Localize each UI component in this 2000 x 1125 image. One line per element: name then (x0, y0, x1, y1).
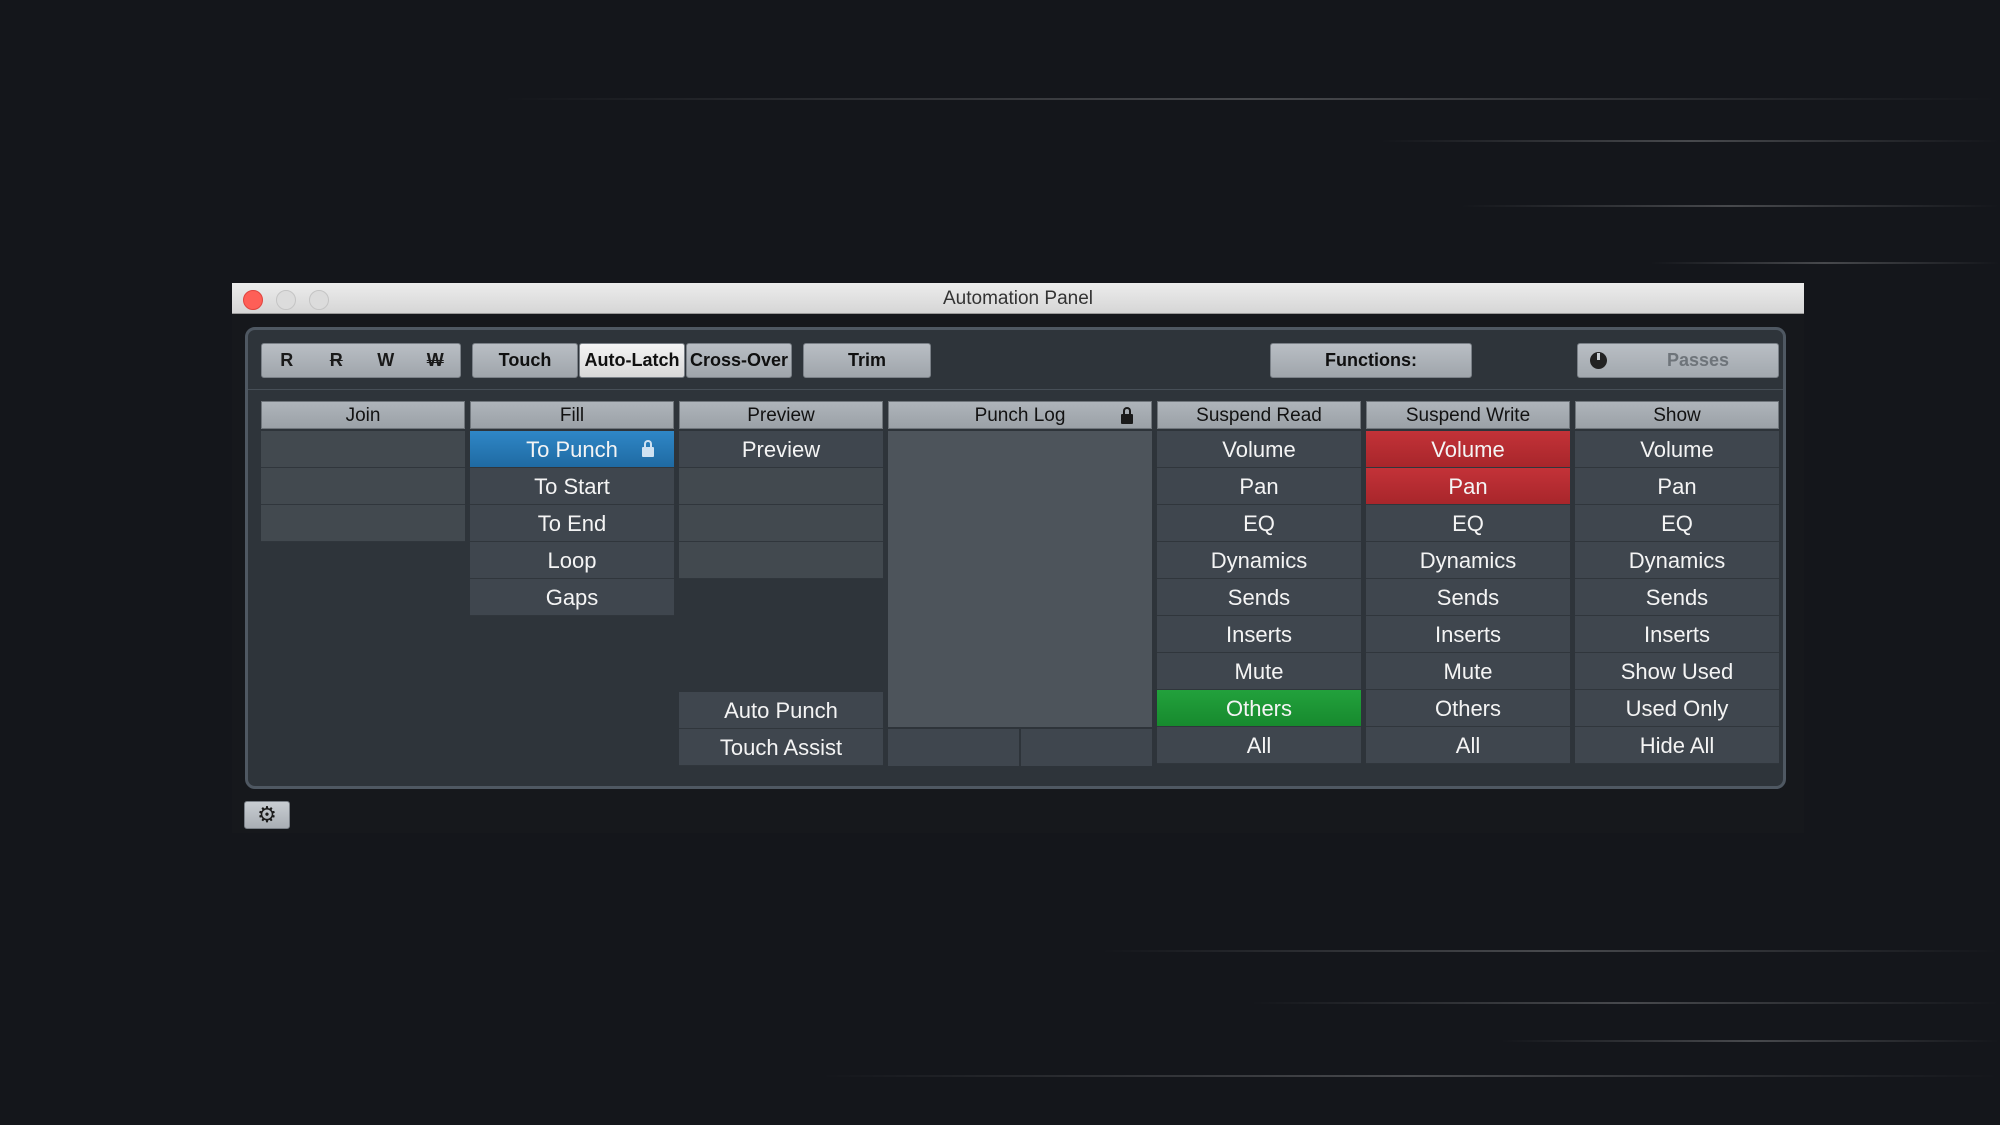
fill-header: Fill (470, 401, 674, 429)
mode-touch-button[interactable]: Touch (472, 343, 578, 378)
show-used-only-button[interactable]: Used Only (1575, 690, 1779, 727)
punch-log-footer-slot[interactable] (1021, 729, 1152, 766)
passes-label: Passes (1666, 350, 1730, 370)
suspend-write-inserts-button[interactable]: Inserts (1366, 616, 1570, 653)
suspend-write-pan-button[interactable]: Pan (1366, 468, 1570, 505)
suspend-write-column: Suspend Write Volume Pan EQ Dynamics Sen… (1366, 401, 1570, 764)
punch-log-title: Punch Log (974, 405, 1066, 426)
auto-punch-button[interactable]: Auto Punch (679, 692, 883, 729)
preview-slot[interactable] (679, 468, 883, 505)
suspend-write-dynamics-button[interactable]: Dynamics (1366, 542, 1570, 579)
suspend-write-eq-button[interactable]: EQ (1366, 505, 1570, 542)
show-header: Show (1575, 401, 1779, 429)
fill-column: Fill To Punch To Start To End Loop Gaps (470, 401, 674, 616)
suspend-read-mute-button[interactable]: Mute (1157, 653, 1361, 690)
show-sends-button[interactable]: Sends (1575, 579, 1779, 616)
passes-knob-icon (1590, 352, 1607, 369)
gear-icon: ⚙ (257, 802, 277, 827)
suspend-read-pan-button[interactable]: Pan (1157, 468, 1361, 505)
show-dynamics-button[interactable]: Dynamics (1575, 542, 1779, 579)
suspend-read-all-button[interactable]: All (1157, 727, 1361, 764)
fill-gaps-button[interactable]: Gaps (470, 579, 674, 616)
join-column: Join (261, 401, 465, 542)
settings-button[interactable]: ⚙ (244, 801, 290, 829)
suspend-read-volume-button[interactable]: Volume (1157, 431, 1361, 468)
suspend-read-inserts-button[interactable]: Inserts (1157, 616, 1361, 653)
title-bar: Automation Panel (232, 283, 1804, 314)
automation-panel: R R W W Touch Auto-Latch Cross-Over Trim… (245, 327, 1786, 789)
fill-to-punch-button[interactable]: To Punch (470, 431, 674, 468)
punch-log-header: Punch Log (888, 401, 1152, 429)
mode-cross-over-button[interactable]: Cross-Over (686, 343, 792, 378)
functions-button[interactable]: Functions: (1270, 343, 1472, 378)
suspend-write-volume-button[interactable]: Volume (1366, 431, 1570, 468)
suspend-read-dynamics-button[interactable]: Dynamics (1157, 542, 1361, 579)
read-write-button-group: R R W W (261, 343, 461, 378)
fill-to-punch-label: To Punch (526, 437, 618, 462)
show-eq-button[interactable]: EQ (1575, 505, 1779, 542)
preview-column: Preview Preview Auto Punch Touch Assist (679, 401, 883, 773)
toolbar-divider (248, 389, 1783, 390)
punch-log-column: Punch Log (888, 401, 1152, 773)
suspend-write-sends-button[interactable]: Sends (1366, 579, 1570, 616)
fill-to-end-button[interactable]: To End (470, 505, 674, 542)
automation-panel-window: Automation Panel R R W W Touch Auto-Latc… (232, 283, 1804, 833)
suspend-write-header: Suspend Write (1366, 401, 1570, 429)
write-all-button[interactable]: W (361, 344, 411, 377)
suspend-write-mute-button[interactable]: Mute (1366, 653, 1570, 690)
show-pan-button[interactable]: Pan (1575, 468, 1779, 505)
preview-header: Preview (679, 401, 883, 429)
touch-assist-button[interactable]: Touch Assist (679, 729, 883, 766)
show-volume-button[interactable]: Volume (1575, 431, 1779, 468)
mode-auto-latch-button[interactable]: Auto-Latch (579, 343, 685, 378)
show-column: Show Volume Pan EQ Dynamics Sends Insert… (1575, 401, 1779, 764)
show-used-button[interactable]: Show Used (1575, 653, 1779, 690)
suspend-write-others-button[interactable]: Others (1366, 690, 1570, 727)
join-slot[interactable] (261, 431, 465, 468)
passes-button[interactable]: Passes (1577, 343, 1779, 378)
fill-loop-button[interactable]: Loop (470, 542, 674, 579)
suspend-write-all-button[interactable]: All (1366, 727, 1570, 764)
read-none-button[interactable]: R (312, 344, 362, 377)
read-all-button[interactable]: R (262, 344, 312, 377)
window-title: Automation Panel (943, 288, 1093, 309)
preview-slot[interactable] (679, 542, 883, 579)
lock-icon[interactable] (642, 440, 654, 457)
suspend-read-others-button[interactable]: Others (1157, 690, 1361, 727)
suspend-read-column: Suspend Read Volume Pan EQ Dynamics Send… (1157, 401, 1361, 764)
lock-icon[interactable] (1121, 407, 1133, 424)
punch-log-footer-slot[interactable] (888, 729, 1019, 766)
suspend-read-sends-button[interactable]: Sends (1157, 579, 1361, 616)
preview-button[interactable]: Preview (679, 431, 883, 468)
suspend-read-header: Suspend Read (1157, 401, 1361, 429)
show-hide-all-button[interactable]: Hide All (1575, 727, 1779, 764)
show-inserts-button[interactable]: Inserts (1575, 616, 1779, 653)
fill-to-start-button[interactable]: To Start (470, 468, 674, 505)
write-none-button[interactable]: W (411, 344, 461, 377)
suspend-read-eq-button[interactable]: EQ (1157, 505, 1361, 542)
punch-log-list[interactable] (888, 431, 1152, 727)
join-slot[interactable] (261, 468, 465, 505)
join-slot[interactable] (261, 505, 465, 542)
join-header: Join (261, 401, 465, 429)
trim-button[interactable]: Trim (803, 343, 931, 378)
preview-slot[interactable] (679, 505, 883, 542)
